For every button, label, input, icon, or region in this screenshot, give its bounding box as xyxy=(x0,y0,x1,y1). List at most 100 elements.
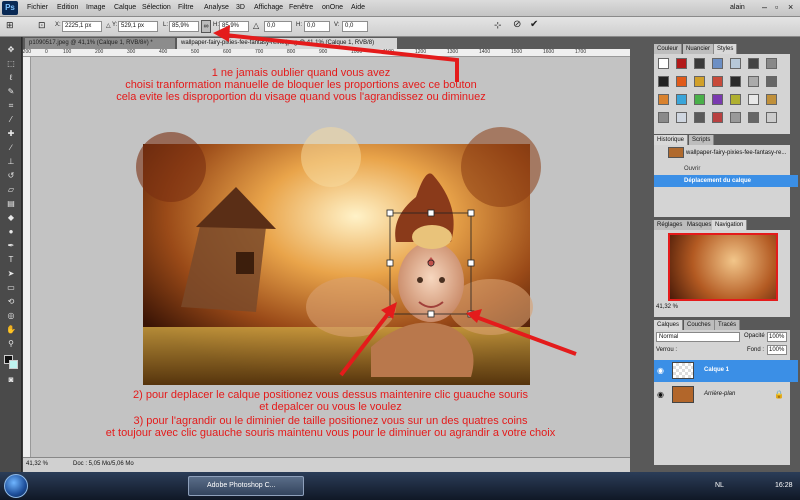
blur-tool-icon[interactable]: ◆ xyxy=(4,213,18,223)
3d-rotate-icon[interactable]: ⟲ xyxy=(4,297,18,307)
style-swatch[interactable] xyxy=(766,112,777,123)
eye-icon[interactable]: ◉ xyxy=(657,366,664,375)
tab-adjustments[interactable]: Réglages xyxy=(654,220,687,230)
transform-handle[interactable] xyxy=(386,209,394,217)
layer-row-active[interactable]: ◉ Calque 1 xyxy=(654,360,798,382)
tab-navigation[interactable]: Navigation xyxy=(712,220,748,230)
canvas[interactable]: 1 ne jamais oublier quand vous avez choi… xyxy=(31,12,630,457)
eye-icon[interactable]: ◉ xyxy=(657,390,664,399)
taskbar-photoshop[interactable]: Adobe Photoshop C... xyxy=(188,476,304,496)
style-swatch[interactable] xyxy=(712,76,723,87)
style-swatch[interactable] xyxy=(712,58,723,69)
type-tool-icon[interactable]: T xyxy=(4,255,18,265)
style-swatch[interactable] xyxy=(730,76,741,87)
path-select-icon[interactable]: ➤ xyxy=(4,269,18,279)
start-button[interactable] xyxy=(4,474,28,498)
annotation-bottom-1: 2) pour deplacer le calque positionez vo… xyxy=(132,389,528,401)
opacity-input[interactable]: 100% xyxy=(767,332,787,342)
eraser-tool-icon[interactable]: ▱ xyxy=(4,185,18,195)
layer-thumbnail xyxy=(672,362,694,379)
gradient-tool-icon[interactable]: ▤ xyxy=(4,199,18,209)
layer-name[interactable]: Arrière-plan xyxy=(704,391,735,397)
3d-orbit-icon[interactable]: ◎ xyxy=(4,311,18,321)
style-swatch[interactable] xyxy=(676,76,687,87)
tab-channels[interactable]: Couches xyxy=(684,320,715,330)
history-brush-icon[interactable]: ↺ xyxy=(4,171,18,181)
ruler-vertical xyxy=(23,57,31,457)
history-item[interactable]: Ouvrir xyxy=(654,163,798,175)
tab-paths[interactable]: Tracés xyxy=(715,320,741,330)
right-panels: Couleur Nuancier Styles Historique Scrip… xyxy=(630,37,800,472)
hand-tool-icon[interactable]: ✋ xyxy=(4,325,18,335)
style-swatch[interactable] xyxy=(730,112,741,123)
tab-masks[interactable]: Masques xyxy=(684,220,716,230)
lock-label: Verrou : xyxy=(656,347,678,353)
style-swatch[interactable] xyxy=(694,112,705,123)
navigator-zoom[interactable]: 41,32 % xyxy=(656,304,678,310)
status-bar: 41,32 % Doc : 5,05 Mo/5,06 Mo xyxy=(23,457,630,472)
style-swatch[interactable] xyxy=(748,94,759,105)
fairy-photo xyxy=(136,127,541,385)
tab-styles[interactable]: Styles xyxy=(714,44,738,54)
zoom-level[interactable]: 41,32 % xyxy=(26,461,48,467)
navigation-panel: 41,32 % xyxy=(654,230,790,317)
pen-tool-icon[interactable]: ✒ xyxy=(4,241,18,251)
fill-input[interactable]: 100% xyxy=(767,345,787,355)
transform-handle[interactable] xyxy=(467,209,475,217)
annotation-top-3: cela evite les disproportion du visage q… xyxy=(116,91,486,103)
crop-tool-icon[interactable]: ⌗ xyxy=(4,101,18,111)
style-swatch[interactable] xyxy=(712,112,723,123)
background-color[interactable] xyxy=(9,360,18,369)
tab-layers[interactable]: Calques xyxy=(654,320,684,330)
healing-brush-icon[interactable]: ✚ xyxy=(4,129,18,139)
eyedropper-icon[interactable]: ⁄ xyxy=(4,115,18,125)
style-swatch[interactable] xyxy=(766,76,777,87)
transform-handle[interactable] xyxy=(427,209,435,217)
taskbar: Adobe Photoshop C... NL 16:28 xyxy=(0,472,800,500)
navigator-thumbnail[interactable] xyxy=(668,233,778,301)
clock[interactable]: 16:28 xyxy=(775,482,793,489)
tab-history[interactable]: Historique xyxy=(654,135,689,145)
dodge-tool-icon[interactable]: ● xyxy=(4,227,18,237)
annotation-bottom-2: et depalcer ou vous le voulez xyxy=(259,401,402,413)
toolbox: ✥ ⬚ ℓ ✎ ⌗ ⁄ ✚ ∕ ⊥ ↺ ▱ ▤ ◆ ● ✒ T ➤ ▭ ⟲ ◎ … xyxy=(0,37,22,472)
clone-stamp-icon[interactable]: ⊥ xyxy=(4,157,18,167)
style-swatch[interactable] xyxy=(658,94,669,105)
tab-color[interactable]: Couleur xyxy=(654,44,683,54)
style-swatch[interactable] xyxy=(676,94,687,105)
style-swatch[interactable] xyxy=(712,94,723,105)
blend-mode-select[interactable]: Normal xyxy=(656,332,740,342)
style-swatch[interactable] xyxy=(658,58,669,69)
style-swatch[interactable] xyxy=(694,58,705,69)
style-swatch[interactable] xyxy=(694,94,705,105)
style-swatch[interactable] xyxy=(748,76,759,87)
style-swatch[interactable] xyxy=(766,58,777,69)
style-swatch[interactable] xyxy=(730,58,741,69)
history-item-active[interactable]: Déplacement du calque xyxy=(654,175,798,187)
shape-tool-icon[interactable]: ▭ xyxy=(4,283,18,293)
annotation-bottom-4: et toujour avec clic guauche souris main… xyxy=(105,427,556,439)
style-swatch[interactable] xyxy=(658,76,669,87)
transform-handle[interactable] xyxy=(467,259,475,267)
transform-handle[interactable] xyxy=(386,259,394,267)
layer-name[interactable]: Calque 1 xyxy=(704,367,729,373)
style-swatch[interactable] xyxy=(676,58,687,69)
style-swatch[interactable] xyxy=(748,112,759,123)
style-swatch[interactable] xyxy=(766,94,777,105)
style-swatch[interactable] xyxy=(730,94,741,105)
doc-size: Doc : 5,05 Mo/5,06 Mo xyxy=(73,461,134,467)
brush-tool-icon[interactable]: ∕ xyxy=(4,143,18,153)
transform-handle[interactable] xyxy=(427,310,435,318)
style-swatch[interactable] xyxy=(658,112,669,123)
style-swatch[interactable] xyxy=(676,112,687,123)
layer-row[interactable]: ◉ Arrière-plan 🔒 xyxy=(654,384,798,406)
quick-mask-icon[interactable]: ◙ xyxy=(4,375,18,385)
style-swatch[interactable] xyxy=(694,76,705,87)
lock-icon: 🔒 xyxy=(774,390,784,399)
tab-swatches[interactable]: Nuancier xyxy=(683,44,715,54)
tab-scripts[interactable]: Scripts xyxy=(689,135,715,145)
style-swatch[interactable] xyxy=(748,58,759,69)
layer-thumbnail xyxy=(672,386,694,403)
language-indicator[interactable]: NL xyxy=(715,482,724,489)
zoom-tool-icon[interactable]: ⚲ xyxy=(4,339,18,349)
